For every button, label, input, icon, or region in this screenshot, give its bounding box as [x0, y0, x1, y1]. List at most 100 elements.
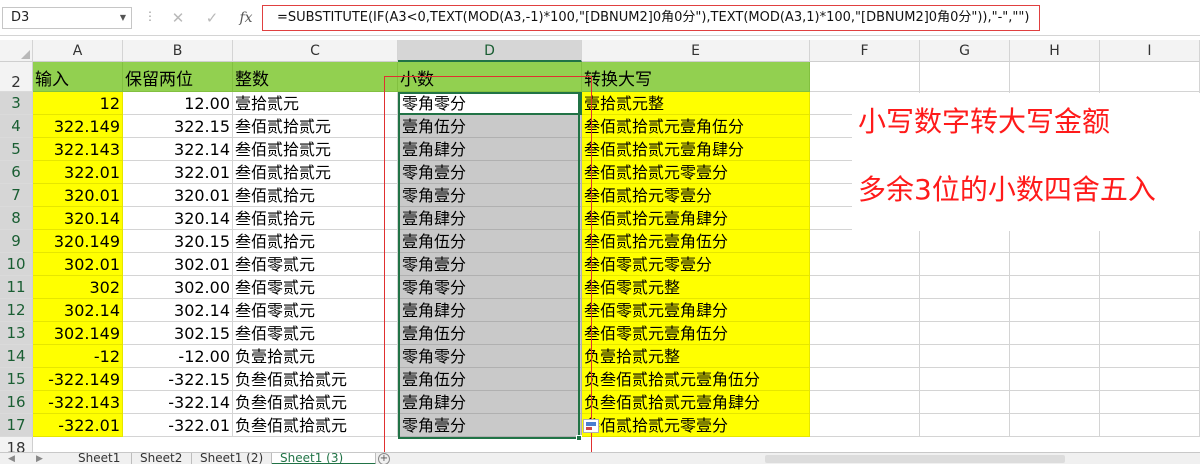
empty-cell[interactable] — [1100, 414, 1200, 437]
cell-e[interactable]: 叁佰零贰元壹角伍分 — [582, 322, 810, 345]
cell-b[interactable]: 322.14 — [123, 138, 233, 161]
empty-cell[interactable] — [920, 322, 1010, 345]
cell-b[interactable]: 320.15 — [123, 230, 233, 253]
empty-cell[interactable] — [1010, 299, 1100, 322]
cell-d[interactable]: 壹角伍分 — [398, 322, 582, 345]
empty-cell[interactable] — [810, 322, 920, 345]
cell-e[interactable]: 叁佰贰拾元壹角伍分 — [582, 230, 810, 253]
cell-b[interactable]: -322.14 — [123, 391, 233, 414]
cell-e[interactable]: 叁佰零贰元壹角肆分 — [582, 299, 810, 322]
cell-b[interactable]: -322.01 — [123, 414, 233, 437]
empty-cell[interactable] — [810, 230, 920, 253]
cell-b[interactable]: 302.00 — [123, 276, 233, 299]
empty-cell[interactable] — [920, 345, 1010, 368]
cell-e[interactable]: 叁佰零贰元零壹分 — [582, 253, 810, 276]
cell-a[interactable]: 302.01 — [33, 253, 123, 276]
cell-c[interactable]: 负叁佰贰拾贰元 — [233, 391, 398, 414]
cell-c[interactable]: 叁佰贰拾贰元 — [233, 138, 398, 161]
empty-cell[interactable] — [920, 414, 1010, 437]
cell-b[interactable]: 320.01 — [123, 184, 233, 207]
empty-cell[interactable] — [1100, 62, 1200, 92]
cell-c[interactable]: 负叁佰贰拾贰元 — [233, 368, 398, 391]
cell-d[interactable]: 零角壹分 — [398, 253, 582, 276]
row-header[interactable]: 3 — [0, 92, 33, 115]
column-header-h[interactable]: H — [1010, 40, 1100, 62]
cell-c[interactable]: 壹拾贰元 — [233, 92, 398, 115]
empty-cell[interactable] — [1100, 322, 1200, 345]
cell-a[interactable]: 12 — [33, 92, 123, 115]
cell-e[interactable]: 叁佰贰拾贰元零壹分 — [582, 414, 810, 437]
empty-cell[interactable] — [1010, 345, 1100, 368]
empty-cell[interactable] — [1100, 391, 1200, 414]
cell-e[interactable]: 叁佰贰拾元零壹分 — [582, 184, 810, 207]
cell-a[interactable]: -322.149 — [33, 368, 123, 391]
column-header-g[interactable]: G — [920, 40, 1010, 62]
prev-sheet-icon[interactable]: ◀ — [8, 453, 15, 464]
cell-d[interactable]: 零角壹分 — [398, 184, 582, 207]
cell-b[interactable]: 320.14 — [123, 207, 233, 230]
cell-d[interactable]: 壹角肆分 — [398, 299, 582, 322]
sheet-tab[interactable]: Sheet1 (3) — [272, 453, 376, 464]
cell-a[interactable]: 322.143 — [33, 138, 123, 161]
cell-a[interactable]: 322.149 — [33, 115, 123, 138]
cell-d[interactable]: 壹角肆分 — [398, 138, 582, 161]
cell-e[interactable]: 壹拾贰元整 — [582, 92, 810, 115]
empty-cell[interactable] — [1100, 299, 1200, 322]
empty-cell[interactable] — [810, 276, 920, 299]
cell-a[interactable]: -322.143 — [33, 391, 123, 414]
cell-e[interactable]: 负叁佰贰拾贰元壹角伍分 — [582, 368, 810, 391]
cell-e[interactable]: 叁佰贰拾元壹角肆分 — [582, 207, 810, 230]
empty-cell[interactable] — [920, 230, 1010, 253]
empty-cell[interactable] — [810, 414, 920, 437]
empty-cell[interactable] — [1010, 322, 1100, 345]
empty-cell[interactable] — [1100, 230, 1200, 253]
cell-c[interactable]: 叁佰贰拾元 — [233, 184, 398, 207]
cell-a[interactable]: 320.149 — [33, 230, 123, 253]
empty-cell[interactable] — [1100, 368, 1200, 391]
cell-a[interactable]: 320.14 — [33, 207, 123, 230]
cell-b[interactable]: 12.00 — [123, 92, 233, 115]
header-cell-b[interactable]: 保留两位 — [123, 62, 233, 92]
empty-cell[interactable] — [920, 62, 1010, 92]
header-cell-c[interactable]: 整数 — [233, 62, 398, 92]
row-header[interactable]: 13 — [0, 322, 33, 345]
cell-a[interactable]: 320.01 — [33, 184, 123, 207]
cell-d[interactable]: 壹角肆分 — [398, 391, 582, 414]
cell-c[interactable]: 叁佰贰拾贰元 — [233, 161, 398, 184]
cell-d[interactable]: 零角壹分 — [398, 161, 582, 184]
cell-b[interactable]: 322.15 — [123, 115, 233, 138]
fill-handle[interactable] — [576, 435, 582, 441]
cell-e[interactable]: 叁佰零贰元整 — [582, 276, 810, 299]
cell-a[interactable]: 302 — [33, 276, 123, 299]
row-header[interactable]: 14 — [0, 345, 33, 368]
empty-cell[interactable] — [810, 345, 920, 368]
cell-e[interactable]: 叁佰贰拾贰元壹角肆分 — [582, 138, 810, 161]
empty-cell[interactable] — [1100, 345, 1200, 368]
cell-c[interactable]: 负壹拾贰元 — [233, 345, 398, 368]
cell-c[interactable]: 叁佰贰拾元 — [233, 207, 398, 230]
row-header[interactable]: 4 — [0, 115, 33, 138]
empty-cell[interactable] — [1100, 276, 1200, 299]
cell-d[interactable]: 壹角伍分 — [398, 230, 582, 253]
cell-e[interactable]: 负叁佰贰拾贰元壹角肆分 — [582, 391, 810, 414]
cell-a[interactable]: 302.149 — [33, 322, 123, 345]
header-cell-e[interactable]: 转换大写 — [582, 62, 810, 92]
cell-e[interactable]: 叁佰贰拾贰元壹角伍分 — [582, 115, 810, 138]
cell-b[interactable]: 302.14 — [123, 299, 233, 322]
quick-analysis-icon[interactable] — [583, 419, 599, 433]
empty-cell[interactable] — [920, 276, 1010, 299]
cell-d[interactable]: 壹角肆分 — [398, 207, 582, 230]
row-header[interactable]: 6 — [0, 161, 33, 184]
cell-b[interactable]: -322.15 — [123, 368, 233, 391]
row-header[interactable]: 17 — [0, 414, 33, 437]
row-header[interactable]: 2 — [0, 62, 33, 92]
empty-cell[interactable] — [920, 391, 1010, 414]
empty-cell[interactable] — [810, 368, 920, 391]
header-cell-d[interactable]: 小数 — [398, 62, 582, 92]
empty-cell[interactable] — [810, 391, 920, 414]
sheet-tab[interactable]: Sheet1 — [70, 453, 132, 464]
row-header[interactable]: 11 — [0, 276, 33, 299]
column-header-f[interactable]: F — [810, 40, 920, 62]
row-header[interactable]: 12 — [0, 299, 33, 322]
header-cell-a[interactable]: 输入 — [33, 62, 123, 92]
